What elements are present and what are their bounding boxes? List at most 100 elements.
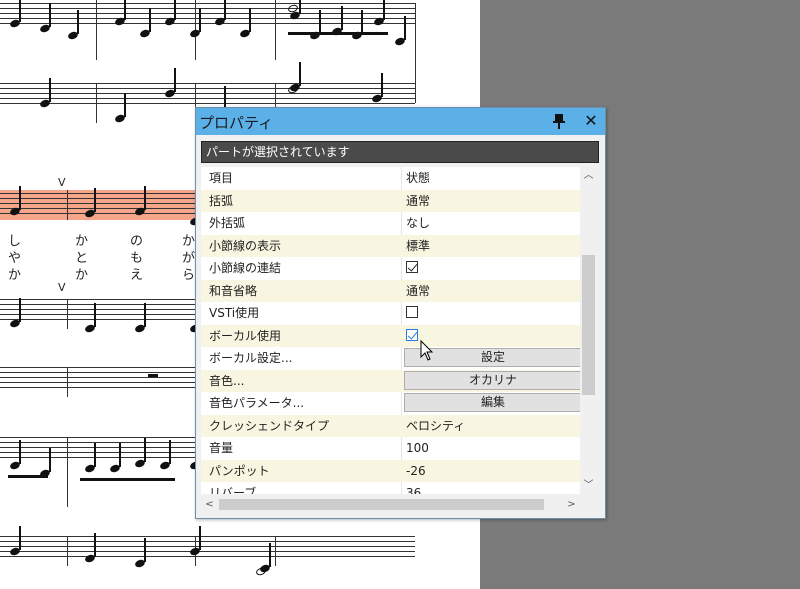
property-checkbox[interactable]	[406, 306, 418, 318]
column-header-item: 項目	[209, 171, 234, 185]
staff-line	[0, 88, 415, 89]
note-stem	[94, 533, 96, 557]
note-stem	[299, 62, 301, 86]
note-beam	[288, 32, 388, 35]
lyric-syllable: ら	[182, 268, 196, 283]
lyric-syllable: が	[182, 251, 196, 266]
property-row[interactable]: クレッシェンドタイプ ベロシティ	[201, 414, 580, 437]
dialog-title: プロパティ	[199, 114, 274, 132]
note-stem	[119, 443, 121, 467]
note-stem	[383, 0, 385, 20]
scroll-right-icon[interactable]: >	[563, 496, 580, 513]
property-name: クレッシェンドタイプ	[209, 418, 330, 433]
staff-line	[0, 309, 195, 310]
property-row[interactable]: VSTi使用	[201, 302, 580, 325]
property-row[interactable]: リバーブ 36	[201, 482, 580, 494]
property-name: ボーカル使用	[209, 328, 282, 343]
lyric-syllable: も	[130, 251, 144, 266]
staff-line	[0, 198, 195, 199]
accent-mark: V	[58, 281, 66, 294]
note-stem	[49, 3, 51, 27]
property-row[interactable]: ボーカル設定... 設定	[201, 347, 580, 370]
note-stem	[299, 0, 301, 14]
property-name: 括弧	[209, 193, 234, 208]
property-row[interactable]: 和音省略 通常	[201, 279, 580, 302]
property-value[interactable]: 通常	[406, 280, 430, 302]
property-name: 小節線の表示	[209, 238, 282, 253]
property-value[interactable]: なし	[406, 212, 430, 234]
barline	[67, 299, 68, 329]
note-stem	[319, 10, 321, 34]
pin-icon[interactable]	[549, 111, 569, 131]
staff-line	[0, 299, 195, 300]
scroll-left-icon[interactable]: <	[201, 496, 218, 513]
note-stem	[199, 526, 201, 550]
lyric-syllable: や	[8, 251, 22, 266]
property-row[interactable]: 音量 100	[201, 437, 580, 460]
grid-header-row: 項目 状態	[201, 167, 580, 190]
note-stem	[77, 10, 79, 34]
property-row[interactable]: 音色... オカリナ	[201, 369, 580, 392]
staff-line	[0, 13, 415, 14]
property-value[interactable]: 100	[406, 437, 429, 459]
property-value[interactable]: 36	[406, 482, 421, 494]
property-row[interactable]: ボーカル使用	[201, 324, 580, 347]
scroll-up-icon[interactable]: ︿	[580, 167, 597, 184]
column-header-state: 状態	[406, 171, 431, 185]
horizontal-scrollbar[interactable]: < >	[201, 496, 580, 513]
lyric-syllable: と	[75, 251, 89, 266]
staff-line	[0, 536, 415, 537]
property-button[interactable]: 編集	[404, 393, 580, 412]
close-button[interactable]: ✕	[581, 111, 601, 131]
vertical-scrollbar[interactable]: ︿ ﹀	[580, 167, 597, 494]
staff-line	[0, 193, 195, 194]
note-stem	[174, 68, 176, 92]
staff-line	[0, 304, 195, 305]
barline	[67, 190, 68, 220]
staff-line	[0, 208, 195, 209]
note-stem	[269, 543, 271, 567]
property-name: 外括弧	[209, 216, 246, 230]
property-checkbox[interactable]	[406, 328, 418, 341]
note-beam	[80, 478, 140, 481]
staff-line	[0, 93, 415, 94]
note-stem	[149, 8, 151, 32]
lyric-syllable: か	[75, 234, 89, 249]
scroll-down-icon[interactable]: ﹀	[580, 477, 597, 494]
property-checkbox[interactable]	[406, 261, 418, 273]
lyric-syllable: え	[130, 268, 144, 283]
staff-line	[0, 319, 195, 320]
lyric-syllable: か	[75, 268, 89, 283]
property-value[interactable]: ベロシティ	[406, 415, 465, 437]
dialog-titlebar[interactable]: プロパティ ✕	[196, 108, 605, 135]
property-row[interactable]: 小節線の連結	[201, 257, 580, 280]
lyric-syllable: の	[130, 234, 144, 249]
note-beam	[8, 475, 48, 478]
vertical-scroll-thumb[interactable]	[582, 255, 595, 395]
property-row[interactable]: パンポット -26	[201, 459, 580, 482]
note-head	[255, 566, 267, 577]
barline	[67, 367, 68, 397]
property-value[interactable]: -26	[406, 460, 426, 482]
property-name: 音量	[209, 441, 234, 455]
note-beam	[135, 478, 175, 481]
selection-status: パートが選択されています	[201, 141, 599, 163]
horizontal-scroll-thumb[interactable]	[219, 499, 544, 510]
property-row[interactable]: 小節線の表示 標準	[201, 234, 580, 257]
staff-line	[0, 556, 415, 557]
property-name: 小節線の連結	[209, 261, 282, 275]
note-stem	[199, 8, 201, 32]
property-value[interactable]: 通常	[406, 190, 430, 212]
properties-dialog: プロパティ ✕ パートが選択されています 項目 状態 括弧 通常 外括弧 なし 小節線の…	[195, 107, 606, 519]
property-row[interactable]: 音色パラメータ... 編集	[201, 392, 580, 415]
staff-line	[0, 98, 415, 99]
property-button[interactable]: オカリナ	[404, 370, 580, 390]
note-stem	[49, 78, 51, 102]
barline	[275, 0, 276, 60]
property-value[interactable]: 標準	[406, 235, 430, 257]
property-name: 音色...	[209, 373, 245, 388]
property-row[interactable]: 外括弧 なし	[201, 212, 580, 235]
property-row[interactable]: 括弧 通常	[201, 189, 580, 212]
barline	[67, 437, 68, 507]
staff-line	[0, 18, 415, 19]
